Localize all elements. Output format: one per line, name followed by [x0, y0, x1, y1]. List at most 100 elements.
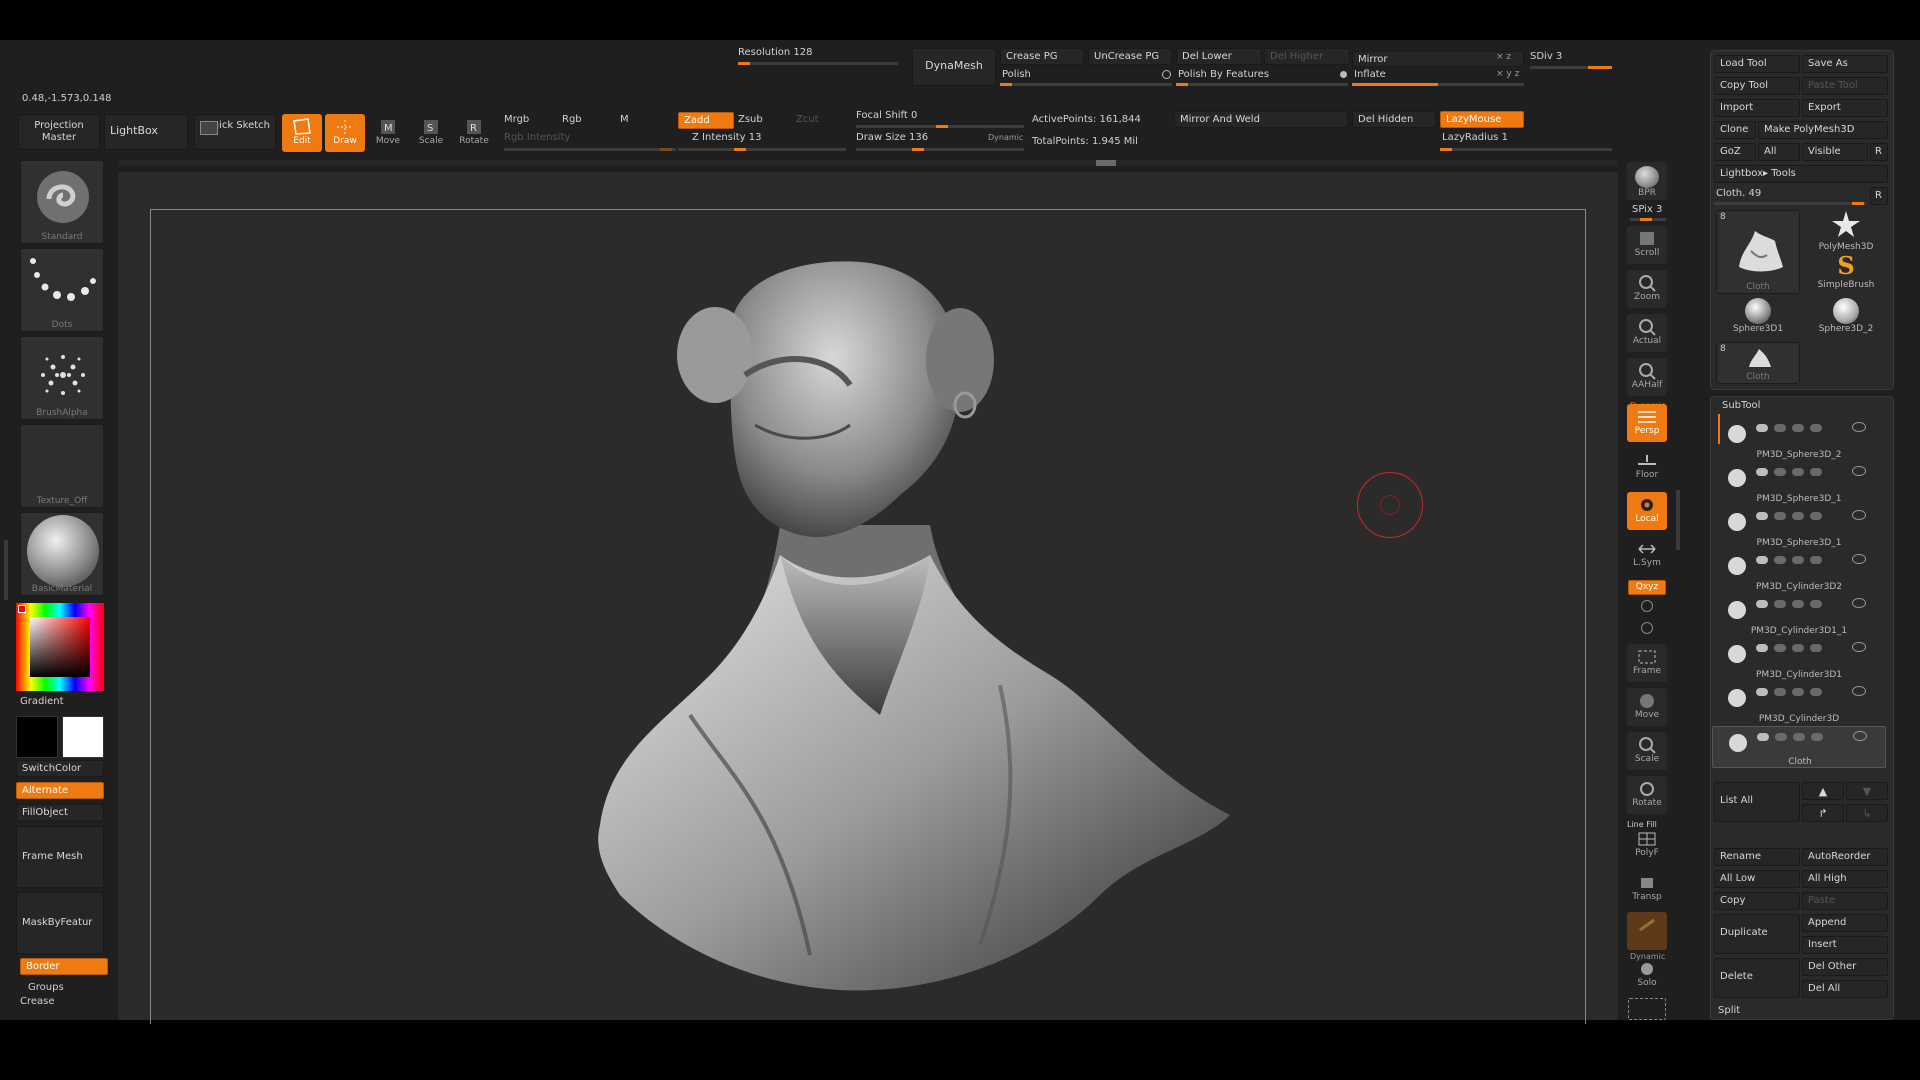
gradient-label[interactable]: Gradient: [20, 696, 64, 707]
make-polymesh-button[interactable]: Make PolyMesh3D: [1758, 121, 1888, 139]
subtool-toggle-icon[interactable]: [1774, 644, 1786, 652]
secondary-color-swatch[interactable]: [62, 716, 104, 758]
material-tile[interactable]: BasicMaterial: [20, 512, 104, 596]
subtool-header[interactable]: SubTool: [1722, 400, 1760, 411]
load-tool-button[interactable]: Load Tool: [1714, 55, 1800, 73]
polyf-button[interactable]: PolyF: [1627, 826, 1667, 864]
subtool-visibility-eye-icon[interactable]: [1852, 466, 1866, 476]
del-other-button[interactable]: Del Other: [1802, 958, 1888, 976]
polish-by-features-dot-icon[interactable]: [1340, 71, 1347, 78]
polish-slider[interactable]: [1000, 83, 1172, 86]
subtool-toggle-icon[interactable]: [1792, 644, 1804, 652]
spix-slider[interactable]: [1630, 218, 1666, 221]
floor-button[interactable]: Floor: [1627, 448, 1667, 486]
lightbox-tools-button[interactable]: Lightbox▸ Tools: [1714, 165, 1888, 183]
rename-button[interactable]: Rename: [1714, 848, 1800, 866]
rotate-button[interactable]: R Rotate: [454, 114, 494, 152]
inflate-axis-icon[interactable]: × y z: [1496, 69, 1519, 79]
tool-slider[interactable]: [1714, 202, 1866, 205]
crease-pg-button[interactable]: Crease PG: [1000, 48, 1084, 65]
copy-subtool-button[interactable]: Copy: [1714, 892, 1800, 910]
scale-view-button[interactable]: Scale: [1627, 732, 1667, 770]
zadd-button[interactable]: Zadd: [678, 112, 734, 129]
subtool-toggle-icon[interactable]: [1774, 688, 1786, 696]
subtool-toggle-icon[interactable]: [1810, 424, 1822, 432]
main-color-swatch[interactable]: [16, 716, 58, 758]
subtool-toggle-icon[interactable]: [1810, 600, 1822, 608]
subtool-toggle-icon[interactable]: [1774, 468, 1786, 476]
solo-button[interactable]: Solo: [1627, 956, 1667, 994]
del-all-button[interactable]: Del All: [1802, 980, 1888, 998]
stroke-dots-tile[interactable]: Dots: [20, 248, 104, 332]
transform-frame-icon[interactable]: [1628, 998, 1666, 1020]
tool-tile-polymesh[interactable]: PolyMesh3D: [1804, 210, 1888, 252]
move-down-arrow-icon[interactable]: ▼: [1846, 782, 1888, 800]
color-picker-square[interactable]: [30, 617, 90, 677]
subtool-row[interactable]: PM3D_Sphere3D_1: [1712, 462, 1886, 504]
paste-subtool-button[interactable]: Paste: [1802, 892, 1888, 910]
tray-divider[interactable]: [1676, 490, 1680, 550]
subtool-toggle-icon[interactable]: [1757, 733, 1769, 741]
clone-button[interactable]: Clone: [1714, 121, 1756, 139]
lightbox-button[interactable]: LightBox: [104, 114, 188, 150]
transp-button[interactable]: Transp: [1627, 870, 1667, 908]
goz-button[interactable]: GoZ: [1714, 143, 1756, 161]
subtool-toggle-icon[interactable]: [1792, 512, 1804, 520]
copy-tool-button[interactable]: Copy Tool: [1714, 77, 1800, 95]
subtool-toggle-icon[interactable]: [1756, 512, 1768, 520]
move-button[interactable]: M Move: [368, 114, 408, 152]
ghost-button[interactable]: [1627, 912, 1667, 950]
mirror-and-weld-button[interactable]: Mirror And Weld: [1174, 111, 1348, 128]
import-button[interactable]: Import: [1714, 99, 1800, 117]
polish-toggle-icon[interactable]: [1162, 70, 1171, 79]
subtool-toggle-icon[interactable]: [1774, 600, 1786, 608]
subtool-toggle-icon[interactable]: [1792, 600, 1804, 608]
draw-size-slider[interactable]: [856, 148, 1024, 151]
duplicate-button[interactable]: Duplicate: [1714, 914, 1800, 954]
polish-by-features-slider[interactable]: [1176, 83, 1348, 86]
resolution-slider[interactable]: [738, 62, 898, 65]
export-button[interactable]: Export: [1802, 99, 1888, 117]
subtool-toggle-icon[interactable]: [1810, 688, 1822, 696]
frame-mesh-button[interactable]: Frame Mesh: [16, 826, 104, 888]
del-lower-button[interactable]: Del Lower: [1176, 48, 1262, 65]
persp-button[interactable]: Persp: [1627, 404, 1667, 442]
subtool-toggle-icon[interactable]: [1774, 512, 1786, 520]
subtool-toggle-icon[interactable]: [1810, 512, 1822, 520]
subtool-row[interactable]: Cloth: [1712, 726, 1886, 768]
goz-r-button[interactable]: R: [1870, 143, 1888, 161]
subtool-toggle-icon[interactable]: [1775, 733, 1787, 741]
subtool-toggle-icon[interactable]: [1810, 468, 1822, 476]
rgb-button[interactable]: Rgb: [562, 114, 582, 125]
delete-button[interactable]: Delete: [1714, 958, 1800, 998]
split-label[interactable]: Split: [1718, 1005, 1740, 1016]
aahalf-button[interactable]: AAHalf: [1627, 358, 1667, 396]
rotate-view-button[interactable]: Rotate: [1627, 776, 1667, 814]
xyz-button[interactable]: Qxyz: [1628, 580, 1666, 595]
local-button[interactable]: Local: [1627, 492, 1667, 530]
lazyradius-slider[interactable]: [1440, 148, 1612, 151]
dynamic-label[interactable]: Dynamic: [988, 133, 1023, 142]
move-view-button[interactable]: Move: [1627, 688, 1667, 726]
lazymouse-button[interactable]: LazyMouse: [1440, 111, 1524, 128]
tool-tile-cloth2[interactable]: 8 Cloth: [1716, 342, 1800, 384]
dynamesh-button[interactable]: DynaMesh: [912, 48, 996, 86]
lsym-button[interactable]: L.Sym: [1627, 536, 1667, 574]
rotate-y-icon[interactable]: [1641, 600, 1653, 612]
draw-button[interactable]: Draw: [325, 114, 365, 152]
subtool-visibility-eye-icon[interactable]: [1852, 554, 1866, 564]
fillobject-button[interactable]: FillObject: [16, 804, 104, 821]
zsub-button[interactable]: Zsub: [738, 114, 763, 125]
z-intensity-slider[interactable]: [678, 148, 846, 151]
subtool-toggle-icon[interactable]: [1756, 688, 1768, 696]
sculpted-bust-model[interactable]: [580, 255, 1240, 995]
subtool-visibility-eye-icon[interactable]: [1852, 598, 1866, 608]
mrgb-button[interactable]: Mrgb: [504, 114, 529, 125]
subtool-toggle-icon[interactable]: [1810, 644, 1822, 652]
crease-label[interactable]: Crease: [20, 996, 55, 1007]
bpr-button[interactable]: BPR: [1627, 162, 1667, 200]
focal-shift-slider[interactable]: [856, 125, 1024, 128]
subtool-row[interactable]: PM3D_Cylinder3D1: [1712, 638, 1886, 680]
subtool-redirect2-icon[interactable]: ↳: [1846, 804, 1888, 822]
move-up-arrow-icon[interactable]: ▲: [1802, 782, 1844, 800]
